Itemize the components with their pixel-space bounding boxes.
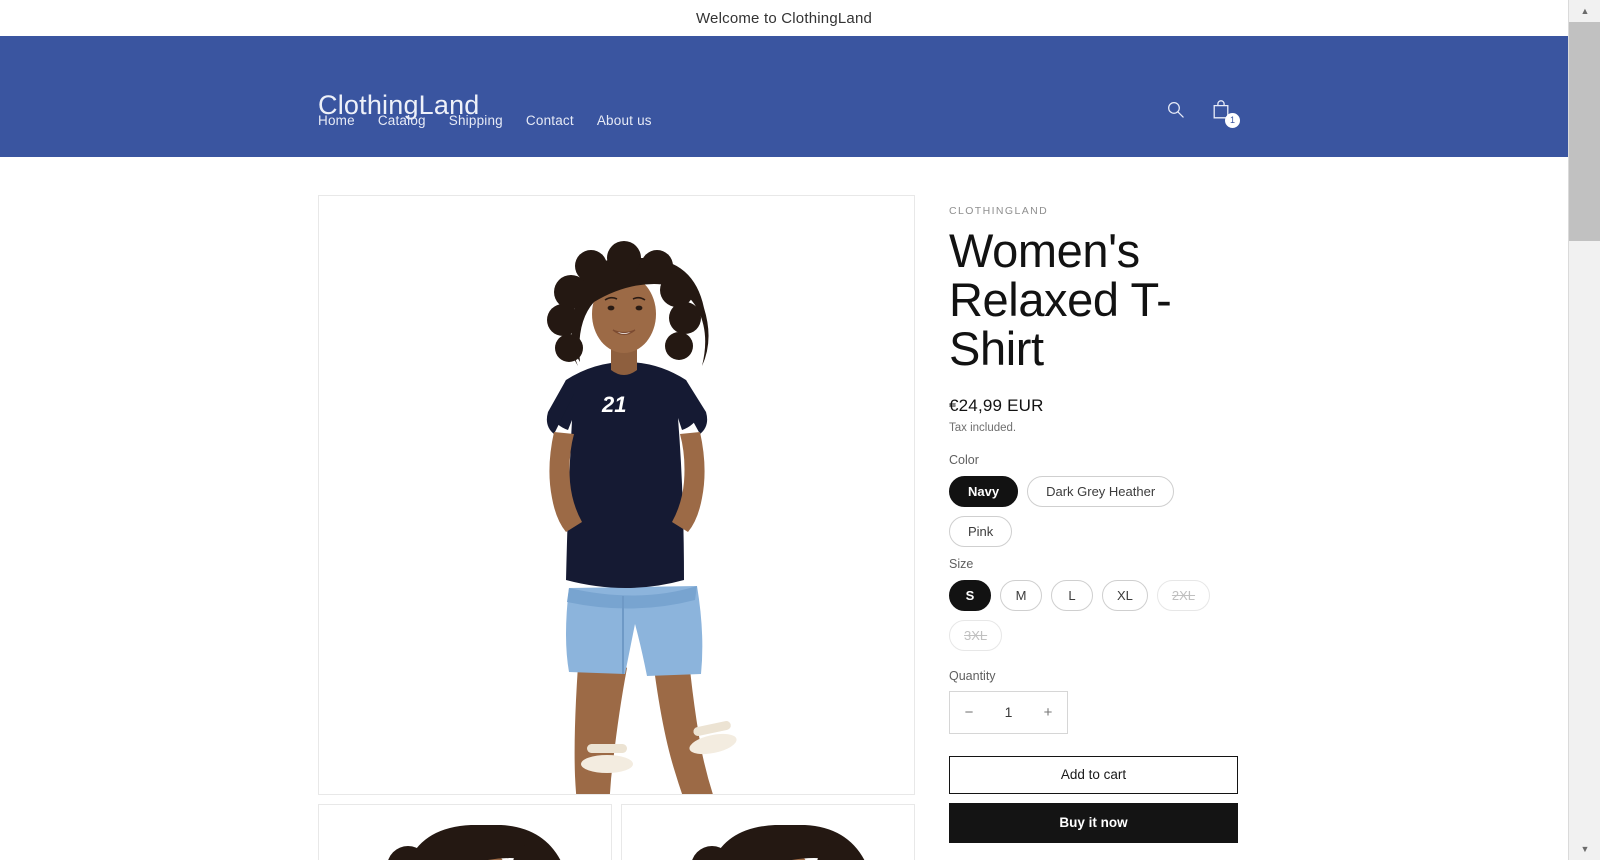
color-option-navy[interactable]: Navy [949,475,1019,507]
product-price: €24,99 EUR [949,395,1044,415]
product-main-image[interactable]: 21 [318,195,915,795]
color-option-dark-grey-heather[interactable]: Dark Grey Heather [1027,475,1175,507]
nav-item-contact[interactable]: Contact [526,113,574,128]
product-info-column: CLOTHINGLAND Women's Relaxed T-Shirt €24… [949,195,1239,860]
search-button[interactable] [1160,94,1190,124]
scroll-down-arrow-icon[interactable]: ▼ [1569,838,1600,860]
option-group-size: Size S M L XL 2XL 3XL [949,557,1239,651]
search-icon [1166,100,1185,119]
size-option-xl[interactable]: XL [1102,579,1148,611]
announcement-bar: Welcome to ClothingLand [0,0,1568,36]
cart-button[interactable]: 1 [1206,94,1240,128]
add-to-cart-button[interactable]: Add to cart [949,755,1238,794]
quantity-label: Quantity [949,668,996,683]
announcement-text: Welcome to ClothingLand [695,9,873,27]
thumbnail-image-1 [319,805,611,860]
size-option-3xl: 3XL [949,619,1003,651]
color-options: Navy Dark Grey Heather Pink [949,475,1239,547]
nav-item-catalog[interactable]: Catalog [378,113,426,128]
scroll-up-arrow-icon[interactable]: ▲ [1569,0,1600,22]
site-header: ClothingLand 1 Home Catalog Shipping Con… [0,36,1568,157]
size-option-m[interactable]: M [1000,579,1042,611]
size-option-l[interactable]: L [1051,579,1093,611]
size-option-s[interactable]: S [949,579,991,611]
size-label: Size [949,556,974,571]
browser-viewport: Welcome to ClothingLand ClothingLand 1 H… [0,0,1568,860]
product-title: Women's Relaxed T-Shirt [949,224,1172,375]
size-options: S M L XL 2XL 3XL [949,579,1239,651]
nav-item-shipping[interactable]: Shipping [449,113,503,128]
quantity-increase-button[interactable]: + [1029,692,1067,733]
tax-note: Tax included. [949,421,1017,434]
main-navigation: Home Catalog Shipping Contact About us [318,113,652,128]
shirt-number-print: 21 [601,392,626,417]
model-illustration: 21 [319,196,914,794]
nav-item-about-us[interactable]: About us [597,113,652,128]
header-inner: ClothingLand 1 Home Catalog Shipping Con… [0,36,1568,157]
option-group-color: Color Navy Dark Grey Heather Pink [949,453,1239,547]
buy-it-now-button[interactable]: Buy it now [949,802,1238,843]
product-section: 21 CLOTHINGLAND Women's Relaxed T-Shirt … [0,195,1568,860]
nav-item-home[interactable]: Home [318,113,355,128]
quantity-value[interactable]: 1 [988,704,1029,720]
product-media-column: 21 [318,195,915,860]
product-vendor: CLOTHINGLAND [949,205,1049,217]
header-actions: 1 [1160,94,1240,128]
scrollbar-thumb[interactable] [1569,22,1600,241]
product-thumbnail-2[interactable] [621,804,915,860]
quantity-stepper: − 1 + [949,690,1068,734]
thumbnail-image-2 [622,805,914,860]
color-label: Color [949,452,979,467]
product-thumbnails [318,804,915,860]
size-option-2xl: 2XL [1156,579,1211,611]
scrollbar-track[interactable] [1569,241,1600,838]
vertical-scrollbar[interactable]: ▲ ▼ [1568,0,1600,860]
page-root: Welcome to ClothingLand ClothingLand 1 H… [0,0,1600,860]
quantity-decrease-button[interactable]: − [950,692,988,733]
color-option-pink[interactable]: Pink [949,515,1013,547]
cart-count-badge: 1 [1225,113,1240,128]
product-thumbnail-1[interactable] [318,804,612,860]
